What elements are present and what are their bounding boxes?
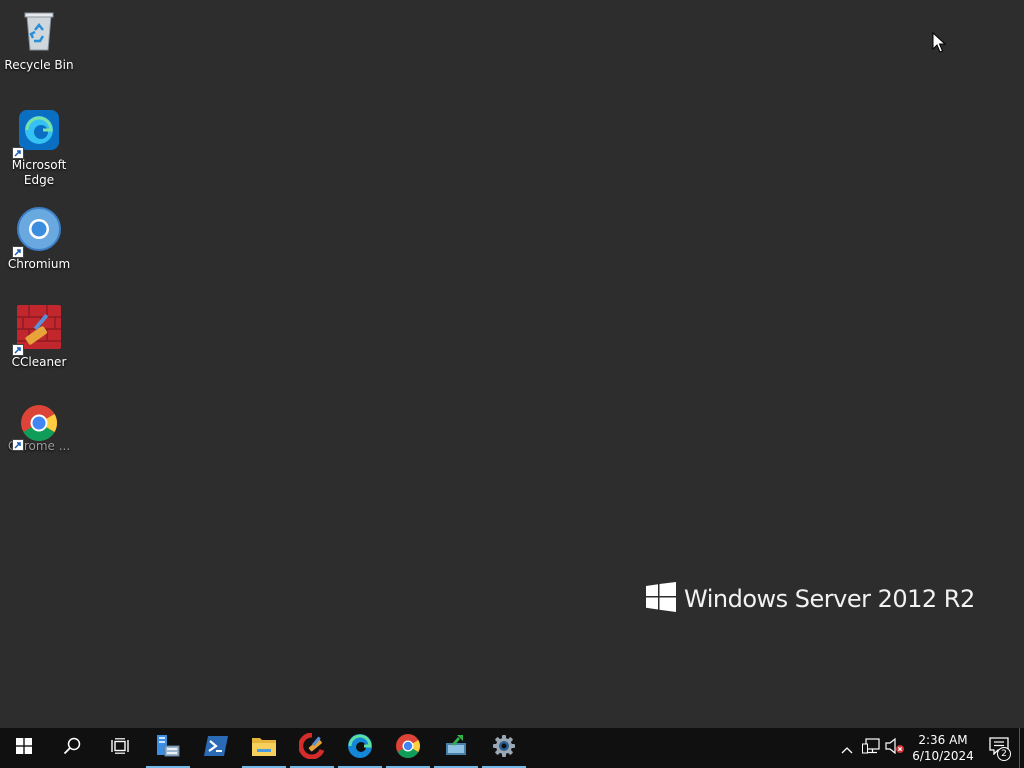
task-view-button[interactable] [96,728,144,768]
taskbar-edge[interactable] [336,728,384,768]
search-button[interactable] [48,728,96,768]
taskbar: 2:36 AM 6/10/2024 2 [0,728,1024,768]
desktop-icon-chromium[interactable]: Chromium [4,207,74,272]
taskbar-powershell[interactable] [192,728,240,768]
network-icon [862,738,880,758]
green-arrow-app-icon [443,734,469,762]
taskbar-server-manager[interactable] [144,728,192,768]
gear-icon [492,734,516,762]
edge-icon [347,733,373,763]
task-view-icon [111,738,129,758]
desktop-icon-ccleaner[interactable]: CCleaner [4,305,74,370]
desktop-icon-label: Chromium [7,257,71,271]
desktop-icon-label: Microsoft Edge [11,158,67,187]
chromium-icon [12,207,63,258]
shortcut-arrow-icon [12,147,24,159]
search-icon [63,737,81,759]
chevron-up-icon [841,739,853,758]
desktop-icon-label: CCleaner [11,355,67,369]
clock-time: 2:36 AM [918,733,968,747]
show-desktop-button[interactable] [1019,728,1024,768]
clock-date: 6/10/2024 [912,749,974,763]
windows-logo-icon [646,582,676,616]
start-button[interactable] [0,728,48,768]
folder-icon [251,735,277,761]
shortcut-arrow-icon [12,246,24,258]
chrome-icon [12,403,63,451]
desktop-icon-recycle-bin[interactable]: Recycle Bin [4,8,74,73]
windows-server-watermark: Windows Server 2012 R2 [646,582,975,616]
desktop-icon-label: Recycle Bin [4,58,74,72]
taskbar-file-explorer[interactable] [240,728,288,768]
watermark-text: Windows Server 2012 R2 [684,585,975,613]
taskbar-chrome[interactable] [384,728,432,768]
volume-tray-button[interactable] [883,728,907,768]
taskbar-app[interactable] [432,728,480,768]
show-hidden-icons-button[interactable] [835,728,859,768]
network-tray-button[interactable] [859,728,883,768]
volume-muted-icon [885,737,905,758]
mouse-cursor-icon [932,31,947,58]
ccleaner-icon [12,305,63,356]
windows-logo-icon [16,738,32,758]
chrome-icon [395,733,421,763]
recycle-bin-icon [15,8,63,56]
ccleaner-icon [298,732,325,763]
desktop-icon-chrome[interactable]: Chrome ... [4,403,74,454]
taskbar-ccleaner[interactable] [288,728,336,768]
action-center-button[interactable]: 2 [979,728,1019,768]
shortcut-arrow-icon [12,344,24,356]
shortcut-arrow-icon [12,439,24,451]
desktop-icon-microsoft-edge[interactable]: Microsoft Edge [4,108,74,188]
notification-count-badge: 2 [997,747,1011,761]
edge-icon [12,108,63,159]
taskbar-clock[interactable]: 2:36 AM 6/10/2024 [907,728,979,768]
system-tray: 2:36 AM 6/10/2024 2 [835,728,1024,768]
powershell-icon [203,735,229,761]
taskbar-settings[interactable] [480,728,528,768]
server-manager-icon [155,733,181,763]
desktop: Recycle Bin Microsoft Edge Chromium CCle… [0,0,1024,728]
